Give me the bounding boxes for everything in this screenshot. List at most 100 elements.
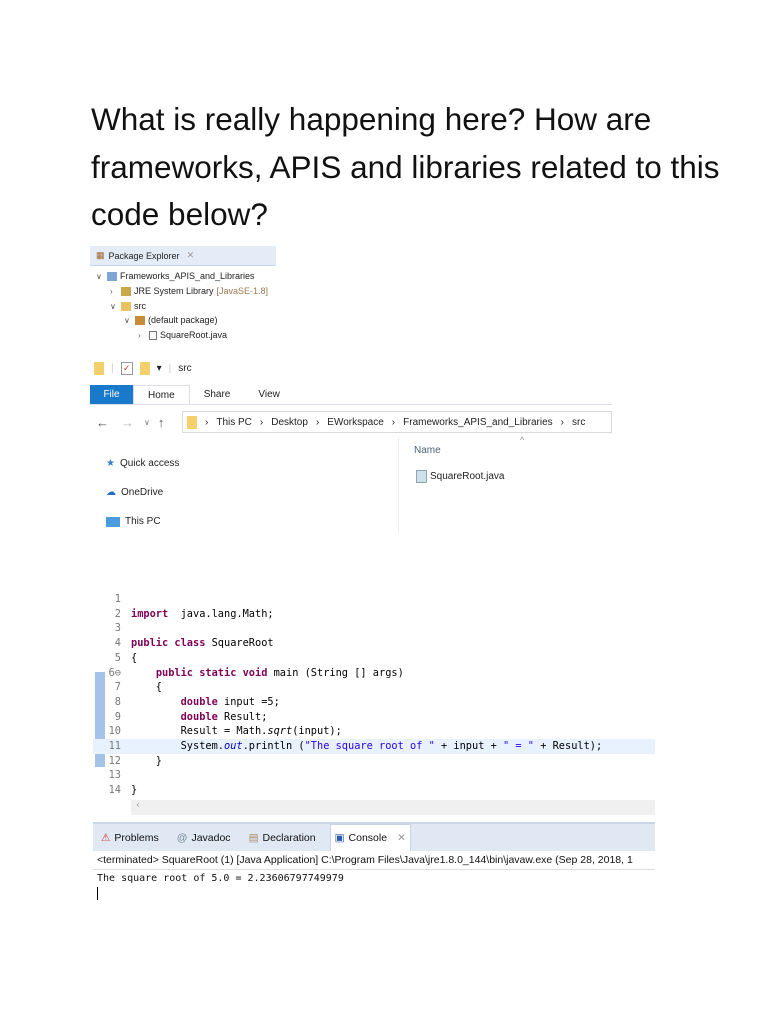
folder-icon bbox=[187, 415, 197, 429]
line-number: 1 bbox=[114, 593, 121, 605]
forward-icon[interactable]: → bbox=[121, 415, 134, 430]
new-folder-icon[interactable] bbox=[139, 362, 150, 375]
address-bar[interactable]: › This PC › Desktop › EWorkspace › Framework… bbox=[182, 411, 612, 433]
code-text: } bbox=[131, 783, 137, 798]
question-text: What is really happening here? How are f… bbox=[91, 101, 720, 232]
code-token: out bbox=[224, 740, 243, 752]
tab-problems[interactable]: ⚠ Problems bbox=[97, 824, 163, 851]
code-line[interactable]: 13 bbox=[93, 768, 655, 783]
code-line[interactable]: 5{ bbox=[93, 651, 655, 666]
code-editor[interactable]: 1 2 import java.lang.Math; 3 4 public class S… bbox=[93, 592, 655, 815]
window-title: src bbox=[178, 363, 192, 374]
breadcrumb-item[interactable]: Frameworks_APIS_and_Libraries bbox=[403, 417, 553, 428]
code-text: double input =5; bbox=[131, 695, 280, 710]
close-icon[interactable]: ✕ bbox=[397, 832, 406, 844]
line-number: 5 bbox=[114, 651, 121, 664]
dropdown-icon[interactable]: ▾ bbox=[157, 363, 162, 374]
code-text: Result = Math.sqrt(input); bbox=[131, 724, 342, 739]
code-line[interactable]: 11 System.out.println ("The square root … bbox=[93, 739, 655, 754]
code-token: public class bbox=[131, 637, 206, 650]
code-text: { bbox=[131, 680, 162, 695]
tab-javadoc[interactable]: @ Javadoc bbox=[173, 824, 235, 851]
code-line[interactable]: 3 bbox=[93, 621, 655, 636]
breadcrumb-item[interactable]: This PC bbox=[216, 417, 252, 428]
nav-quick-access[interactable]: ★ Quick access bbox=[106, 458, 179, 469]
java-file-icon bbox=[149, 330, 157, 340]
tab-view[interactable]: View bbox=[244, 385, 294, 404]
star-icon: ★ bbox=[106, 458, 115, 469]
column-header-name[interactable]: Name bbox=[414, 445, 441, 456]
tree-item-project[interactable]: ∨ Frameworks_APIS_and_Libraries bbox=[96, 269, 255, 283]
file-item[interactable]: SquareRoot.java bbox=[416, 470, 505, 483]
tab-home[interactable]: Home bbox=[133, 385, 190, 404]
breadcrumb-item[interactable]: EWorkspace bbox=[327, 417, 384, 428]
declaration-icon: ▤ bbox=[248, 831, 259, 844]
navigation-bar: ← → ∨ ↑ › This PC › Desktop › EWorkspace › F… bbox=[90, 411, 612, 433]
code-line[interactable]: 4 public class SquareRoot bbox=[93, 636, 655, 651]
breadcrumb-item[interactable]: src bbox=[572, 417, 585, 428]
recent-dropdown-icon[interactable]: ∨ bbox=[144, 418, 150, 427]
quick-access-toolbar: | ✓ ▾ | src bbox=[94, 362, 192, 375]
properties-icon[interactable]: ✓ bbox=[120, 362, 133, 375]
line-number: 7 bbox=[114, 681, 121, 694]
tree-item-src[interactable]: ∨ src bbox=[110, 299, 146, 313]
tab-file[interactable]: File bbox=[90, 385, 133, 404]
package-explorer-title: Package Explorer bbox=[108, 250, 180, 261]
file-label: SquareRoot.java bbox=[160, 330, 228, 340]
code-token: { bbox=[131, 681, 162, 694]
line-number: 6⊖ bbox=[108, 666, 121, 679]
line-number: 9 bbox=[114, 710, 121, 723]
chevron-down-icon: ∨ bbox=[110, 301, 116, 311]
cloud-icon: ☁ bbox=[106, 487, 116, 498]
sort-ascending-icon: ^ bbox=[520, 435, 525, 445]
nav-label: This PC bbox=[125, 516, 161, 527]
line-number: 8 bbox=[114, 695, 121, 708]
ribbon-tabs: File Home Share View bbox=[90, 385, 612, 405]
code-token: double bbox=[180, 710, 218, 723]
code-line[interactable]: 1 bbox=[93, 592, 655, 607]
tab-console[interactable]: ▣ Console ✕ bbox=[329, 824, 411, 851]
code-token: } bbox=[131, 754, 162, 767]
nav-onedrive[interactable]: ☁ OneDrive bbox=[106, 487, 163, 498]
text-cursor bbox=[97, 887, 98, 900]
code-token: .println ( bbox=[242, 740, 305, 752]
code-text: { bbox=[131, 651, 137, 666]
package-icon bbox=[135, 315, 145, 325]
console-icon: ▣ bbox=[334, 832, 345, 844]
code-text: import java.lang.Math; bbox=[131, 607, 274, 622]
code-token: java.lang.Math; bbox=[168, 607, 274, 620]
code-token: System. bbox=[131, 740, 224, 752]
computer-icon bbox=[106, 516, 120, 527]
jre-label: JRE System Library bbox=[134, 286, 214, 296]
nav-this-pc[interactable]: This PC bbox=[106, 516, 161, 527]
code-line[interactable]: 8 double input =5; bbox=[93, 695, 655, 710]
code-text: } bbox=[131, 754, 162, 769]
code-line[interactable]: 14} bbox=[93, 783, 655, 798]
code-line[interactable]: 10 Result = Math.sqrt(input); bbox=[93, 724, 655, 739]
file-name: SquareRoot.java bbox=[430, 471, 505, 482]
close-icon[interactable]: ✕ bbox=[187, 250, 195, 261]
code-line[interactable]: 9 double Result; bbox=[93, 710, 655, 725]
breadcrumb-item[interactable]: Desktop bbox=[271, 417, 308, 428]
tab-share[interactable]: Share bbox=[190, 385, 245, 404]
code-token: SquareRoot bbox=[205, 637, 274, 650]
tree-item-package[interactable]: ∨ (default package) bbox=[124, 313, 218, 327]
folder-icon[interactable] bbox=[94, 362, 104, 375]
library-icon bbox=[121, 286, 131, 296]
code-line[interactable]: 2 import java.lang.Math; bbox=[93, 607, 655, 622]
tree-item-file[interactable]: › SquareRoot.java bbox=[138, 328, 227, 342]
up-icon[interactable]: ↑ bbox=[158, 415, 165, 430]
project-icon bbox=[107, 271, 117, 281]
code-text: public static void main (String [] args) bbox=[131, 666, 404, 681]
tab-declaration[interactable]: ▤ Declaration bbox=[245, 824, 320, 851]
tree-item-jre[interactable]: › JRE System Library [JavaSE-1.8] bbox=[110, 284, 268, 298]
back-icon[interactable]: ← bbox=[96, 415, 109, 430]
code-line[interactable]: 7 { bbox=[93, 680, 655, 695]
code-line[interactable]: 6⊖ public static void main (String [] ar… bbox=[93, 666, 655, 681]
horizontal-scrollbar[interactable]: ‹ bbox=[131, 800, 655, 815]
code-line[interactable]: 12 } bbox=[93, 754, 655, 769]
nav-label: OneDrive bbox=[121, 487, 164, 498]
line-number: 4 bbox=[114, 637, 121, 650]
package-explorer-tab[interactable]: ▦ Package Explorer ✕ bbox=[90, 246, 276, 266]
